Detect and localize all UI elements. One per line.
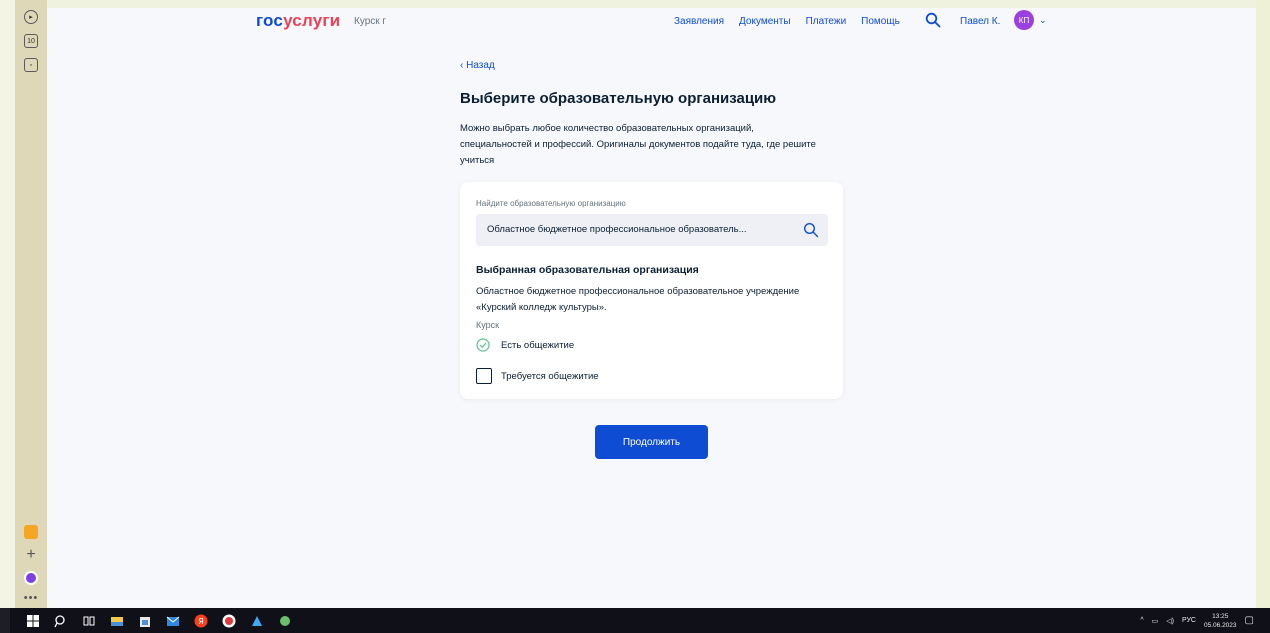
store-icon[interactable]	[138, 614, 152, 628]
volume-icon[interactable]: ◁)	[1166, 617, 1174, 625]
taskbar-edge	[0, 608, 10, 633]
task-view-icon[interactable]	[82, 614, 96, 628]
avatar[interactable]: КП	[1014, 10, 1034, 30]
site-header: госуслуги Курск г Заявления Документы Пл…	[47, 8, 1256, 36]
nav-applications[interactable]: Заявления	[674, 16, 724, 27]
page-title: Выберите образовательную организацию	[460, 90, 777, 107]
continue-button[interactable]: Продолжить	[595, 425, 708, 459]
main-nav: Заявления Документы Платежи Помощь	[674, 16, 900, 27]
search-value: Областное бюджетное профессиональное обр…	[487, 224, 747, 235]
mail-icon[interactable]	[166, 614, 180, 628]
gosuslugi-logo[interactable]: госуслуги	[256, 11, 340, 31]
nav-documents[interactable]: Документы	[739, 16, 791, 27]
user-name[interactable]: Павел К.	[960, 16, 1000, 27]
web-page: госуслуги Курск г Заявления Документы Пл…	[47, 8, 1256, 608]
back-label: Назад	[466, 60, 495, 71]
windows-start-icon[interactable]	[26, 614, 40, 628]
selected-org-name: Областное бюджетное профессиональное обр…	[476, 286, 800, 313]
dormitory-required-label[interactable]: Требуется общежитие	[501, 371, 599, 382]
app-icon-green[interactable]	[278, 614, 292, 628]
app-icon-blue[interactable]	[250, 614, 264, 628]
photo-frame-right	[1256, 0, 1270, 608]
browser-sidebar: ▸ 10 ▫ + •••	[15, 0, 47, 608]
search-icon[interactable]	[803, 222, 819, 238]
file-explorer-icon[interactable]	[110, 614, 124, 628]
nav-payments[interactable]: Платежи	[806, 16, 847, 27]
check-circle-icon	[476, 338, 490, 352]
notifications-icon[interactable]: ▢	[1245, 615, 1254, 626]
intro-text: Можно выбрать любое количество образоват…	[460, 123, 816, 166]
selected-org-city: Курск	[476, 320, 500, 330]
svg-text:Я: Я	[198, 617, 204, 626]
clock-time: 13:25	[1212, 612, 1229, 620]
more-icon[interactable]: •••	[24, 593, 39, 604]
search-label: Найдите образовательную организацию	[476, 199, 626, 208]
back-link[interactable]: ‹ Назад	[460, 60, 495, 71]
screenshot-icon[interactable]: ▫	[24, 58, 38, 72]
assistant-icon[interactable]	[24, 571, 38, 585]
organization-card: Найдите образовательную организацию Обла…	[460, 182, 843, 399]
play-icon[interactable]: ▸	[24, 10, 38, 24]
dormitory-available: Есть общежитие	[501, 340, 575, 351]
selected-org-heading: Выбранная образовательная организация	[476, 264, 699, 276]
favorites-icon[interactable]	[24, 525, 38, 539]
search-icon[interactable]	[54, 614, 68, 628]
dormitory-required-checkbox[interactable]	[476, 368, 492, 384]
add-icon[interactable]: +	[26, 547, 35, 563]
chevron-up-icon[interactable]: ^	[1140, 617, 1143, 624]
clock[interactable]: 13:25 05.06.2023	[1204, 612, 1237, 630]
nav-help[interactable]: Помощь	[861, 16, 900, 27]
taskbar: Я ^ ▭ ◁) РУС 13:25 05.06.2023 ▢	[0, 608, 1270, 633]
network-icon[interactable]: ▭	[1152, 617, 1159, 625]
clock-date: 05.06.2023	[1204, 621, 1237, 629]
organization-search-input[interactable]: Областное бюджетное профессиональное обр…	[476, 214, 828, 246]
region-selector[interactable]: Курск г	[354, 16, 386, 27]
language-indicator[interactable]: РУС	[1182, 617, 1196, 624]
logo-part-uslugi: услуги	[283, 11, 341, 30]
photo-frame-left	[0, 0, 15, 608]
yandex-browser-icon[interactable]	[222, 614, 236, 628]
system-tray: ^ ▭ ◁) РУС 13:25 05.06.2023 ▢	[1140, 608, 1270, 633]
yandex-icon[interactable]: Я	[194, 614, 208, 628]
logo-part-gos: гос	[256, 11, 284, 30]
sidebar-bottom-tools: + •••	[15, 525, 47, 604]
search-icon[interactable]	[925, 12, 941, 28]
chevron-down-icon[interactable]: ⌄	[1039, 15, 1047, 26]
tab-counter-icon[interactable]: 10	[24, 34, 38, 48]
